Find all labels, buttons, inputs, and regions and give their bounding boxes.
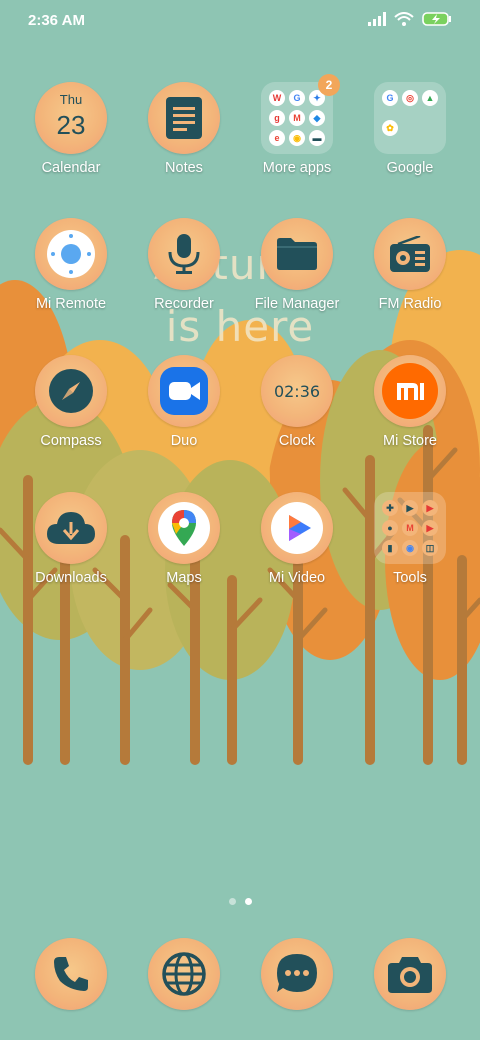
camera-icon xyxy=(388,957,432,993)
app-label: Mi Video xyxy=(268,570,326,586)
phone-icon xyxy=(54,957,88,991)
dock-messages[interactable] xyxy=(261,938,333,1010)
clock-time: 02:36 xyxy=(273,381,321,401)
app-clock[interactable]: 02:36 Clock xyxy=(242,355,352,465)
page-dot-1[interactable] xyxy=(229,898,236,905)
radio-icon xyxy=(374,218,446,290)
mi-remote-icon xyxy=(35,218,107,290)
signal-icon xyxy=(368,12,386,26)
app-recorder[interactable]: Recorder xyxy=(129,218,239,328)
compass-icon xyxy=(35,355,107,427)
dock-camera[interactable] xyxy=(374,938,446,1010)
wifi-icon xyxy=(394,12,414,26)
app-label: Clock xyxy=(278,433,316,449)
app-notes[interactable]: Notes xyxy=(129,82,239,192)
app-label: Google xyxy=(386,160,434,176)
app-label: Recorder xyxy=(154,296,214,312)
play-icon xyxy=(261,492,333,564)
app-label: Mi Store xyxy=(383,433,437,449)
folder-tools[interactable]: ✚ ▶ ▶ ● M ▶ ▮ ◉ ◫ Tools xyxy=(355,492,465,602)
app-label: Maps xyxy=(166,570,202,586)
app-label: Calendar xyxy=(41,160,101,176)
folder-file-icon xyxy=(261,218,333,290)
app-mi-video[interactable]: Mi Video xyxy=(242,492,352,602)
calendar-date: 23 xyxy=(56,110,86,140)
app-calendar[interactable]: Thu 23 Calendar xyxy=(16,82,126,192)
folder-google[interactable]: G ◎ ▲ ✿ Google xyxy=(355,82,465,192)
app-label: Downloads xyxy=(35,570,107,586)
app-duo[interactable]: Duo xyxy=(129,355,239,465)
notes-icon xyxy=(148,82,220,154)
globe-icon xyxy=(162,952,206,996)
app-mi-remote[interactable]: Mi Remote xyxy=(16,218,126,328)
mi-logo-icon xyxy=(374,355,446,427)
clock-icon: 02:36 xyxy=(261,355,333,427)
folder-icon: G ◎ ▲ ✿ xyxy=(374,82,446,154)
maps-pin-icon xyxy=(148,492,220,564)
notification-badge: 2 xyxy=(318,74,340,96)
app-label: FM Radio xyxy=(378,296,442,312)
app-compass[interactable]: Compass xyxy=(16,355,126,465)
app-label: Notes xyxy=(165,160,203,176)
status-time: 2:36 AM xyxy=(28,12,85,29)
status-bar: 2:36 AM xyxy=(0,0,480,44)
app-fm-radio[interactable]: FM Radio xyxy=(355,218,465,328)
calendar-icon: Thu 23 xyxy=(35,82,107,154)
status-icons xyxy=(368,12,452,26)
app-label: More apps xyxy=(262,160,332,176)
app-mi-store[interactable]: Mi Store xyxy=(355,355,465,465)
app-label: File Manager xyxy=(254,296,340,312)
app-label: Compass xyxy=(40,433,102,449)
app-file-manager[interactable]: File Manager xyxy=(242,218,352,328)
cloud-download-icon xyxy=(35,492,107,564)
app-label: Duo xyxy=(170,433,198,449)
home-screen: Autumn is here 2:36 AM Thu 23 Calendar N… xyxy=(0,0,480,1040)
app-maps[interactable]: Maps xyxy=(129,492,239,602)
app-downloads[interactable]: Downloads xyxy=(16,492,126,602)
calendar-day: Thu xyxy=(59,92,83,107)
dock-browser[interactable] xyxy=(148,938,220,1010)
duo-video-icon xyxy=(148,355,220,427)
app-label: Mi Remote xyxy=(35,296,107,312)
folder-icon: ✚ ▶ ▶ ● M ▶ ▮ ◉ ◫ xyxy=(374,492,446,564)
battery-charging-icon xyxy=(422,12,451,26)
app-label: Tools xyxy=(393,570,427,586)
chat-bubble-icon xyxy=(277,954,317,992)
dock-phone[interactable] xyxy=(35,938,107,1010)
microphone-icon xyxy=(148,218,220,290)
page-dot-2-active[interactable] xyxy=(245,898,252,905)
folder-more-apps[interactable]: W G ✦ g M ◆ e ◉ ▬ 2 More apps xyxy=(242,74,352,192)
